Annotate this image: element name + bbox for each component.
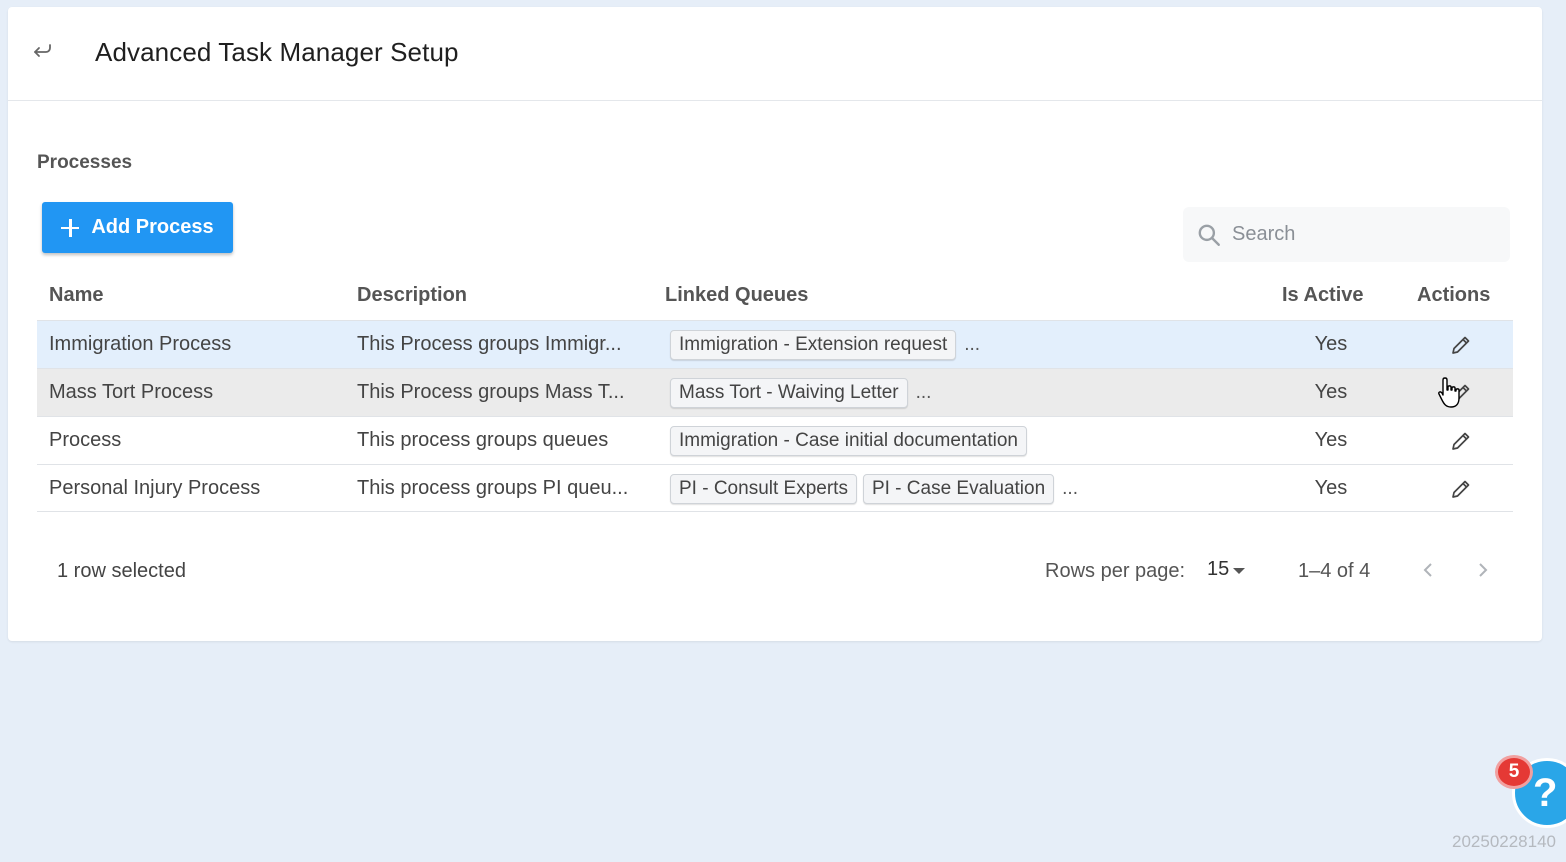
edit-button[interactable] — [1446, 474, 1476, 504]
rows-per-page-value: 15 — [1207, 558, 1230, 580]
add-process-button[interactable]: Add Process — [42, 202, 233, 253]
cell-description: This Process groups Mass T... — [357, 369, 639, 416]
edit-button[interactable] — [1446, 426, 1476, 456]
description-text: This Process groups Mass T... — [357, 381, 625, 403]
table-row[interactable]: Mass Tort Process This Process groups Ma… — [37, 368, 1513, 416]
rows-per-page-label: Rows per page: — [1045, 560, 1186, 582]
column-header-actions: Actions — [1417, 284, 1491, 306]
cell-name: Personal Injury Process — [49, 477, 261, 499]
cell-linked-queues: PI - Consult Experts PI - Case Evaluatio… — [670, 465, 1078, 512]
cell-actions — [1437, 369, 1485, 416]
description-text: This process groups PI queu... — [357, 477, 629, 499]
queue-chip: Mass Tort - Waiving Letter — [670, 377, 908, 408]
queue-chip: PI - Consult Experts — [670, 473, 857, 504]
build-id: 2025022814​0 — [1452, 832, 1557, 851]
return-arrow-icon — [34, 44, 51, 57]
edit-button[interactable] — [1446, 378, 1476, 408]
back-button[interactable] — [28, 37, 56, 65]
plus-icon — [61, 218, 80, 237]
description-text: This process groups queues — [357, 429, 609, 451]
rows-per-page-select[interactable]: 15 — [1207, 558, 1246, 581]
table-row[interactable]: Personal Injury Process This process gro… — [37, 464, 1513, 512]
selection-status: 1 row selected — [57, 560, 186, 582]
processes-table: Name Description Linked Queues Is Active… — [37, 272, 1513, 512]
pencil-icon — [1452, 432, 1470, 450]
cell-actions — [1437, 465, 1485, 512]
cell-name: Process — [49, 429, 122, 451]
pagination-range: 1–4 of 4 — [1298, 560, 1371, 582]
next-page-button[interactable] — [1468, 555, 1498, 585]
cell-linked-queues: Mass Tort - Waiving Letter ... — [670, 369, 931, 416]
table-row[interactable]: Process This process groups queues Immig… — [37, 416, 1513, 464]
previous-page-button[interactable] — [1413, 555, 1443, 585]
more-queues-indicator: ... — [1062, 477, 1078, 499]
pencil-icon — [1452, 480, 1470, 498]
queue-chip: Immigration - Case initial documentation — [670, 425, 1027, 456]
cell-description: This Process groups Immigr... — [357, 321, 639, 368]
add-process-label: Add Process — [91, 216, 214, 238]
queue-chip: Immigration - Extension request — [670, 329, 957, 360]
cell-is-active: Yes — [1314, 381, 1348, 403]
cell-actions — [1437, 417, 1485, 464]
cell-is-active: Yes — [1314, 333, 1348, 355]
cell-description: This process groups queues — [357, 417, 639, 464]
notification-badge: 5 — [1495, 755, 1533, 789]
column-header-is-active[interactable]: Is Active — [1282, 284, 1364, 307]
pencil-icon — [1452, 336, 1470, 354]
dropdown-arrow-icon — [1233, 567, 1246, 574]
table-row[interactable]: Immigration Process This Process groups … — [37, 320, 1513, 368]
more-queues-indicator: ... — [915, 381, 932, 403]
search-icon — [1198, 224, 1220, 246]
column-header-description[interactable]: Description — [357, 284, 467, 307]
description-text: This Process groups Immigr... — [357, 333, 622, 355]
pencil-icon — [1452, 384, 1470, 402]
search-input[interactable] — [1232, 223, 1492, 246]
cell-name: Mass Tort Process — [49, 381, 214, 403]
cell-linked-queues: Immigration - Extension request ... — [670, 321, 980, 368]
help-question-icon: ? — [1533, 770, 1558, 815]
column-header-name[interactable]: Name — [49, 284, 103, 307]
page-title: Advanced Task Manager Setup — [95, 37, 459, 67]
cell-is-active: Yes — [1314, 477, 1348, 499]
cell-linked-queues: Immigration - Case initial documentation — [670, 417, 1027, 464]
edit-button[interactable] — [1446, 330, 1476, 360]
cell-is-active: Yes — [1314, 429, 1348, 451]
queue-chip: PI - Case Evaluation — [862, 473, 1055, 504]
section-title: Processes — [37, 152, 133, 173]
cell-name: Immigration Process — [49, 333, 232, 355]
processes-card: Advanced Task Manager Setup Processes Ad… — [8, 7, 1542, 641]
cell-description: This process groups PI queu... — [357, 465, 639, 512]
cell-actions — [1437, 321, 1485, 368]
chevron-right-icon — [1479, 563, 1488, 577]
card-header: Advanced Task Manager Setup — [8, 7, 1542, 101]
search-box — [1183, 207, 1510, 262]
chevron-left-icon — [1423, 563, 1432, 577]
column-header-linked-queues[interactable]: Linked Queues — [665, 284, 808, 307]
more-queues-indicator: ... — [964, 333, 981, 355]
table-header: Name Description Linked Queues Is Active… — [37, 272, 1513, 320]
